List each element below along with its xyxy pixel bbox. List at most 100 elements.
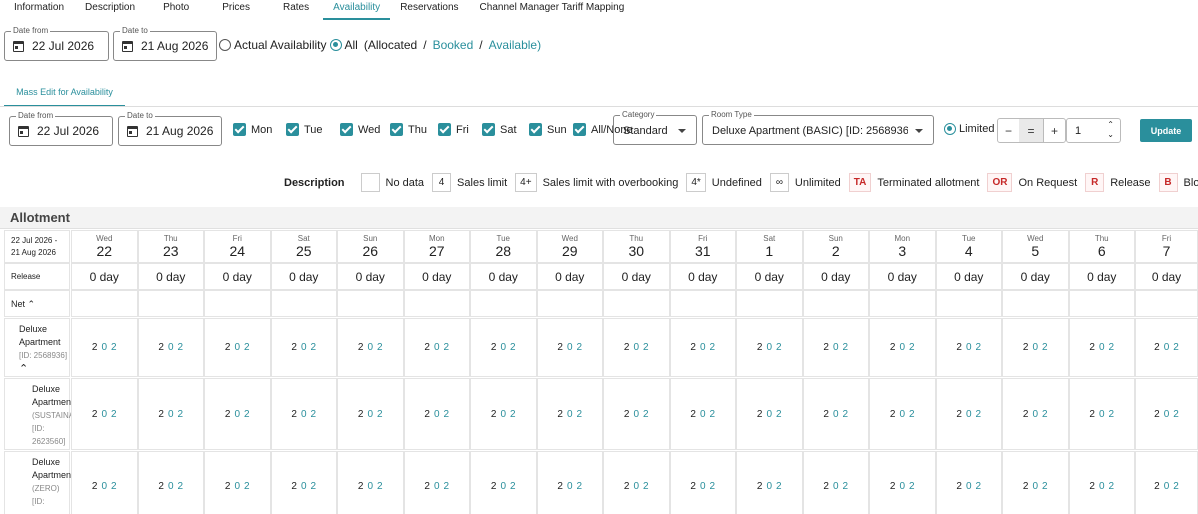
chevron-down-icon[interactable] — [915, 129, 923, 133]
tab-mass-edit-availability[interactable]: Mass Edit for Availability — [4, 84, 125, 107]
decrease-button[interactable]: − — [997, 118, 1020, 143]
calendar-icon[interactable] — [127, 125, 138, 137]
availability-cell[interactable]: 202 — [137, 318, 204, 377]
net-cell[interactable] — [403, 290, 470, 317]
tab-rates[interactable]: Rates — [283, 0, 309, 13]
availability-cell[interactable]: 202 — [1002, 451, 1069, 514]
net-cell[interactable] — [1135, 290, 1198, 317]
availability-cell[interactable]: 202 — [403, 378, 470, 450]
tab-channel-manager-tariff-mapping[interactable]: Channel Manager Tariff Mapping — [480, 0, 625, 13]
room-type-select[interactable]: Room Type Deluxe Apartment (BASIC) [ID: … — [702, 110, 934, 145]
update-button[interactable]: Update — [1140, 119, 1192, 142]
checkbox-checked-icon[interactable] — [390, 123, 403, 136]
mass-date-to-field[interactable]: Date to 21 Aug 2026 — [118, 111, 222, 146]
tab-prices[interactable]: Prices — [222, 0, 250, 13]
availability-cell[interactable]: 202 — [337, 378, 404, 450]
tab-information[interactable]: Information — [14, 0, 64, 13]
availability-cell[interactable]: 202 — [669, 451, 736, 514]
availability-cell[interactable]: 202 — [669, 378, 736, 450]
filter-date-from-field[interactable]: Date from 22 Jul 2026 — [4, 26, 109, 61]
availability-cell[interactable]: 202 — [71, 318, 138, 377]
collapse-icon[interactable]: ⌃ — [19, 363, 69, 376]
day-checkbox-fri[interactable]: Fri — [438, 123, 476, 136]
net-cell[interactable] — [470, 290, 537, 317]
net-cell[interactable] — [204, 290, 271, 317]
availability-cell[interactable]: 202 — [270, 318, 337, 377]
release-cell[interactable]: 0 day — [1135, 263, 1198, 290]
availability-cell[interactable]: 202 — [603, 451, 670, 514]
availability-cell[interactable]: 202 — [470, 378, 537, 450]
availability-cell[interactable]: 202 — [403, 451, 470, 514]
net-cell[interactable] — [270, 290, 337, 317]
day-checkbox-wed[interactable]: Wed — [340, 123, 384, 136]
availability-cell[interactable]: 202 — [1068, 378, 1135, 450]
availability-cell[interactable]: 202 — [204, 378, 271, 450]
availability-cell[interactable]: 202 — [802, 318, 869, 377]
amount-stepper[interactable]: 1 ⌃ ⌄ — [1066, 118, 1121, 143]
availability-cell[interactable]: 202 — [536, 318, 603, 377]
tab-availability[interactable]: Availability — [323, 0, 391, 20]
actual-availability-label[interactable]: Actual Availability — [234, 38, 327, 52]
limited-radio[interactable] — [944, 123, 956, 135]
availability-cell[interactable]: 202 — [470, 318, 537, 377]
release-cell[interactable]: 0 day — [1068, 263, 1135, 290]
availability-cell[interactable]: 202 — [802, 378, 869, 450]
availability-cell[interactable]: 202 — [337, 318, 404, 377]
availability-cell[interactable]: 202 — [403, 318, 470, 377]
checkbox-checked-icon[interactable] — [529, 123, 542, 136]
checkbox-checked-icon[interactable] — [482, 123, 495, 136]
availability-cell[interactable]: 202 — [1002, 378, 1069, 450]
release-cell[interactable]: 0 day — [603, 263, 670, 290]
actual-availability-radio[interactable] — [219, 39, 231, 51]
availability-cell[interactable]: 202 — [1135, 318, 1198, 377]
net-cell[interactable] — [869, 290, 936, 317]
checkbox-checked-icon[interactable] — [438, 123, 451, 136]
net-cell[interactable] — [802, 290, 869, 317]
availability-cell[interactable]: 202 — [137, 451, 204, 514]
availability-cell[interactable]: 202 — [802, 451, 869, 514]
availability-cell[interactable]: 202 — [536, 378, 603, 450]
release-cell[interactable]: 0 day — [270, 263, 337, 290]
day-checkbox-sat[interactable]: Sat — [482, 123, 523, 136]
release-cell[interactable]: 0 day — [403, 263, 470, 290]
net-cell[interactable] — [669, 290, 736, 317]
availability-cell[interactable]: 202 — [603, 318, 670, 377]
availability-cell[interactable]: 202 — [935, 318, 1002, 377]
net-toggle[interactable]: Net ⌃ — [4, 290, 70, 317]
availability-cell[interactable]: 202 — [736, 378, 803, 450]
release-cell[interactable]: 0 day — [337, 263, 404, 290]
release-cell[interactable]: 0 day — [669, 263, 736, 290]
checkbox-checked-icon[interactable] — [233, 123, 246, 136]
day-checkbox-mon[interactable]: Mon — [233, 123, 280, 136]
release-cell[interactable]: 0 day — [736, 263, 803, 290]
availability-cell[interactable]: 202 — [71, 378, 138, 450]
availability-cell[interactable]: 202 — [137, 378, 204, 450]
availability-cell[interactable]: 202 — [204, 318, 271, 377]
all-label[interactable]: All — [345, 38, 358, 52]
net-cell[interactable] — [337, 290, 404, 317]
chevron-up-icon[interactable]: ⌃ — [1107, 120, 1114, 130]
net-cell[interactable] — [536, 290, 603, 317]
all-radio[interactable] — [329, 39, 342, 51]
availability-cell[interactable]: 202 — [669, 318, 736, 377]
chevron-down-icon[interactable]: ⌄ — [1107, 130, 1114, 140]
category-select[interactable]: Category Standard — [613, 110, 697, 145]
availability-cell[interactable]: 202 — [935, 451, 1002, 514]
availability-cell[interactable]: 202 — [1135, 451, 1198, 514]
release-cell[interactable]: 0 day — [536, 263, 603, 290]
chevron-down-icon[interactable] — [678, 129, 686, 133]
availability-cell[interactable]: 202 — [869, 451, 936, 514]
availability-cell[interactable]: 202 — [1068, 318, 1135, 377]
availability-cell[interactable]: 202 — [869, 378, 936, 450]
availability-cell[interactable]: 202 — [270, 451, 337, 514]
availability-cell[interactable]: 202 — [204, 451, 271, 514]
availability-cell[interactable]: 202 — [736, 318, 803, 377]
set-equal-button[interactable]: = — [1019, 118, 1043, 143]
tab-reservations[interactable]: Reservations — [400, 0, 458, 13]
calendar-icon[interactable] — [13, 40, 24, 52]
release-cell[interactable]: 0 day — [935, 263, 1002, 290]
calendar-icon[interactable] — [18, 125, 29, 137]
availability-cell[interactable]: 202 — [736, 451, 803, 514]
net-cell[interactable] — [137, 290, 204, 317]
release-cell[interactable]: 0 day — [470, 263, 537, 290]
